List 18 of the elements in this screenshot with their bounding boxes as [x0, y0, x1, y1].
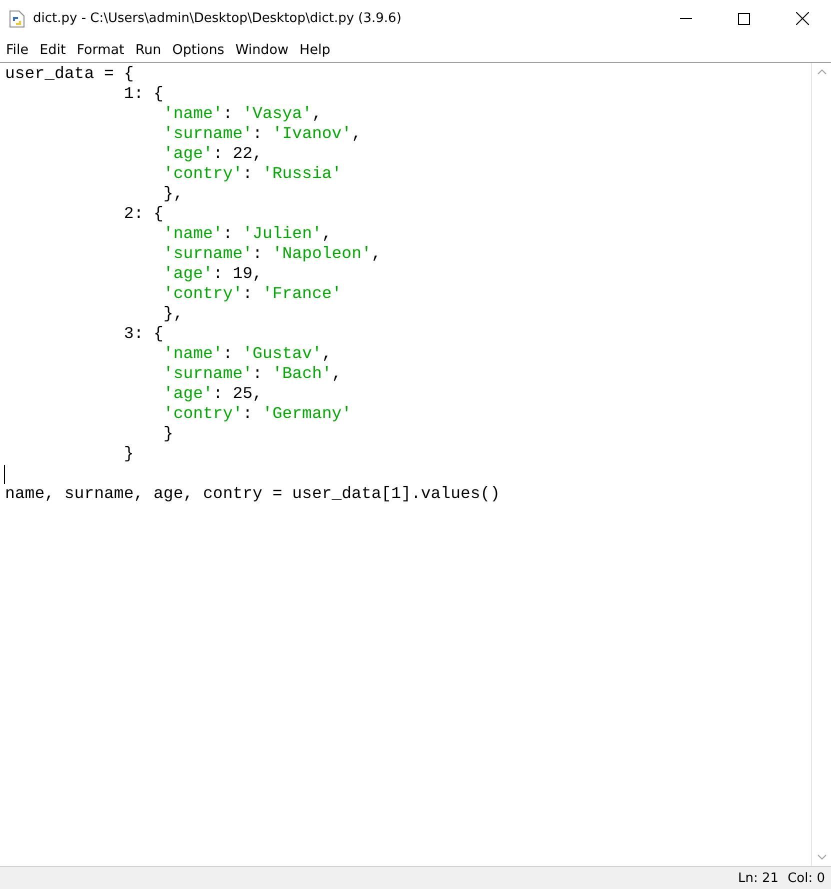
menu-item[interactable]: Edit [34, 42, 71, 58]
code-editor[interactable]: user_data = { 1: { 'name': 'Vasya', 'surname': 'Ivanov', 'age': 22, 'contry': 'Russia' }, 2: { 'name': 'Julien', 'surname': 'Napoleon', 'age': 19, 'contry': 'France' }, 3: { 'name': 'Gustav', 'surname': 'Bach', 'age': 25, 'contry': 'Germany' } } name, surname, age, contry = user_data[1].values() [0, 63, 811, 866]
maximize-icon [738, 12, 750, 24]
line-number-label: Ln: 21 [738, 870, 779, 886]
menu-item[interactable]: Format [70, 42, 130, 58]
scroll-down-icon[interactable] [816, 854, 826, 860]
column-number-label: Col: 0 [788, 870, 825, 886]
scroll-up-icon[interactable] [816, 69, 826, 75]
close-icon [796, 12, 808, 25]
window-title: dict.py - C:\Users\admin\Desktop\Desktop\dict.py (3.9.6) [33, 11, 402, 26]
menu-item[interactable]: Help [294, 42, 336, 58]
menu-item[interactable]: Run [129, 42, 166, 58]
menu-item[interactable]: Options [166, 42, 230, 58]
menu-item[interactable]: Window [229, 42, 294, 58]
menu-item[interactable]: File [0, 42, 34, 58]
minimize-icon [680, 18, 692, 19]
python-file-icon [9, 10, 25, 28]
text-cursor [4, 464, 5, 484]
